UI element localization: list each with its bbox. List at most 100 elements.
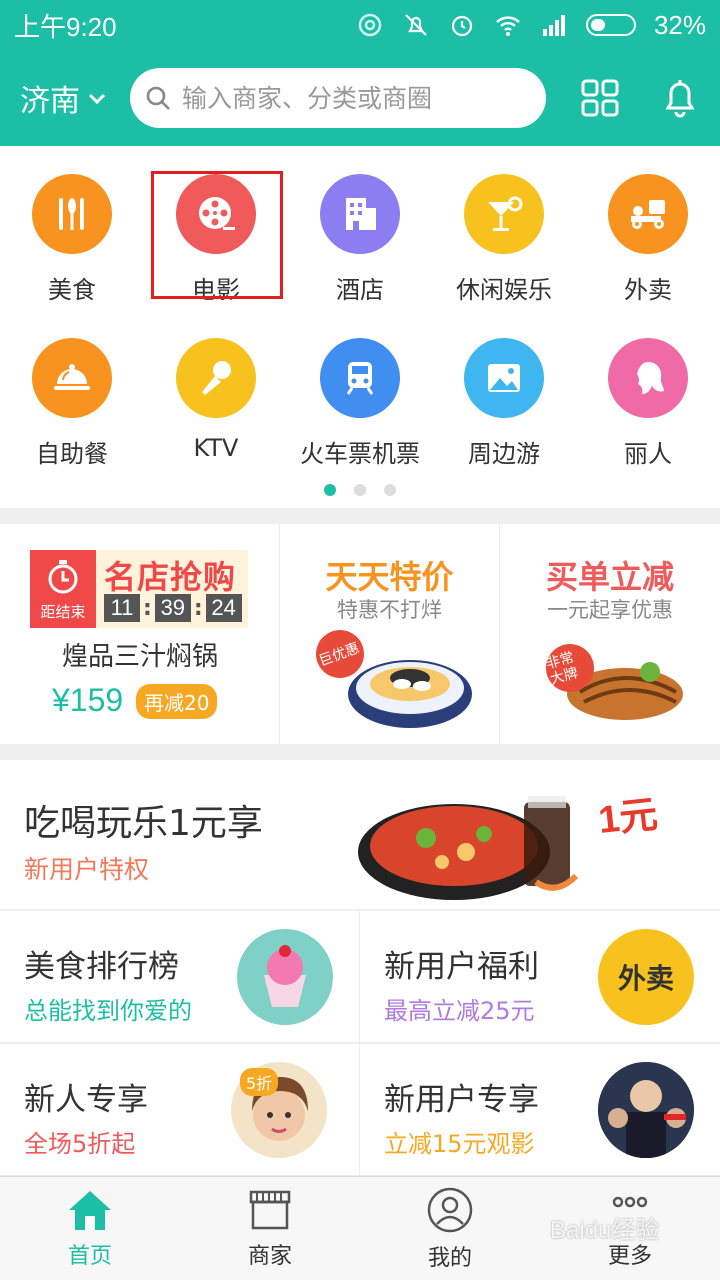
category-takeout[interactable]: 外卖 xyxy=(576,174,720,324)
building-icon xyxy=(320,174,400,254)
daily-special-card[interactable]: 天天特价 特惠不打烊 巨优惠 xyxy=(280,524,500,744)
ice-cream-image xyxy=(237,929,333,1025)
selection-highlight xyxy=(151,171,283,299)
page-dot-active xyxy=(324,484,336,496)
category-label: 酒店 xyxy=(336,276,384,304)
banner-sub: 新用户特权 xyxy=(24,855,150,884)
promo-row: 距结束 名店抢购 11 : 39 : 24 煌品三汁焖锅 ¥159 再减20 天… xyxy=(0,524,720,744)
chevron-down-icon xyxy=(88,93,106,105)
category-beauty[interactable]: 丽人 xyxy=(576,338,720,488)
countdown-tag: 距结束 xyxy=(30,550,96,628)
dessert-bowl-image xyxy=(316,630,472,728)
category-food[interactable]: 美食 xyxy=(0,174,144,324)
baidu-watermark: Baidu经验 xyxy=(550,1217,660,1244)
category-grid: 美食 电影 酒店 休闲娱乐 外卖 自助餐 KTV 火车票机票 周边游 丽人 xyxy=(0,146,720,508)
battery-icon xyxy=(585,14,636,36)
countdown-hours: 11 xyxy=(104,594,140,622)
feature-title: 新人专享 xyxy=(24,1082,148,1118)
category-label: 自助餐 xyxy=(36,440,108,468)
daily-special-title: 天天特价 xyxy=(325,558,454,596)
storefront-icon xyxy=(249,1190,291,1230)
feature-sub: 立减15元观影 xyxy=(384,1130,535,1158)
countdown-timer: 11 : 39 : 24 xyxy=(104,594,242,622)
countdown-tag-label: 距结束 xyxy=(40,603,86,621)
food-ranking-card[interactable]: 美食排行榜 总能找到你爱的 xyxy=(0,911,360,1043)
search-input[interactable] xyxy=(182,83,522,113)
city-selector[interactable]: 济南 xyxy=(20,76,130,120)
category-buffet[interactable]: 自助餐 xyxy=(0,338,144,488)
category-label: 外卖 xyxy=(624,276,672,304)
feature-sub: 全场5折起 xyxy=(24,1130,136,1158)
top-header: 济南 xyxy=(0,50,720,146)
deal-name: 煌品三汁焖锅 xyxy=(61,642,218,672)
takeout-badge-image: 外卖 xyxy=(598,929,694,1025)
search-bar[interactable] xyxy=(130,68,546,128)
tab-label: 我的 xyxy=(427,1246,472,1271)
status-icons: 32% xyxy=(356,10,706,41)
new-user-movie-card[interactable]: 新用户专享 立减15元观影 xyxy=(360,1044,720,1176)
banner-title: 吃喝玩乐1元享 xyxy=(24,803,263,844)
feature-title: 新用户福利 xyxy=(384,949,539,985)
category-nearby-trip[interactable]: 周边游 xyxy=(432,338,576,488)
feature-title: 美食排行榜 xyxy=(24,949,179,985)
category-label: KTV xyxy=(193,434,239,462)
deal-reduce-badge: 再减20 xyxy=(136,684,218,719)
cocktail-icon xyxy=(464,174,544,254)
flash-sale-card[interactable]: 距结束 名店抢购 11 : 39 : 24 煌品三汁焖锅 ¥159 再减20 xyxy=(0,524,280,744)
alarm-icon xyxy=(451,15,473,37)
status-bar: 上午9:20 32% xyxy=(0,0,720,50)
daily-special-sub: 特惠不打烊 xyxy=(337,598,442,622)
newbie-exclusive-card[interactable]: 新人专享 全场5折起 5折 xyxy=(0,1044,360,1176)
category-ktv[interactable]: KTV xyxy=(144,338,288,488)
new-user-benefit-card[interactable]: 新用户福利 最高立减25元 外卖 xyxy=(360,911,720,1043)
category-tickets[interactable]: 火车票机票 xyxy=(288,338,432,488)
delivery-scooter-icon xyxy=(608,174,688,254)
flash-title: 名店抢购 xyxy=(104,558,237,596)
feature-title: 新用户专享 xyxy=(384,1082,539,1118)
page-dot xyxy=(384,484,396,496)
feature-sub: 最高立减25元 xyxy=(384,997,535,1025)
signal-icon xyxy=(542,15,565,36)
qr-scan-icon[interactable] xyxy=(580,78,620,118)
landscape-icon xyxy=(464,338,544,418)
fork-knife-icon xyxy=(32,174,112,254)
deal-price: ¥159 xyxy=(52,682,124,718)
stopwatch-icon xyxy=(48,560,78,594)
countdown-seconds: 24 xyxy=(205,594,242,622)
tab-home[interactable]: 首页 xyxy=(0,1177,180,1280)
cloche-icon xyxy=(32,338,112,418)
category-label: 丽人 xyxy=(624,440,672,468)
category-label: 火车票机票 xyxy=(300,440,420,468)
woman-profile-icon xyxy=(608,338,688,418)
category-hotel[interactable]: 酒店 xyxy=(288,174,432,324)
pay-discount-sub: 一元起享优惠 xyxy=(547,598,673,622)
mute-icon xyxy=(405,14,427,36)
countdown-minutes: 39 xyxy=(154,594,191,622)
bell-icon[interactable] xyxy=(660,76,700,120)
battery-level: 32% xyxy=(653,9,706,40)
wifi-icon xyxy=(496,16,520,36)
one-yuan-banner[interactable]: 吃喝玩乐1元享 新用户特权 1元 xyxy=(0,760,720,910)
train-icon xyxy=(320,338,400,418)
search-icon xyxy=(146,86,170,110)
page-indicator xyxy=(0,484,720,496)
tab-mine[interactable]: 我的 xyxy=(360,1177,540,1280)
category-leisure[interactable]: 休闲娱乐 xyxy=(432,174,576,324)
pay-discount-card[interactable]: 买单立减 一元起享优惠 非常大牌 xyxy=(500,524,720,744)
home-icon xyxy=(69,1191,111,1230)
banner-badge: 1元 xyxy=(596,793,660,842)
page-dot xyxy=(354,484,366,496)
status-time: 上午9:20 xyxy=(14,11,117,42)
category-label: 休闲娱乐 xyxy=(456,276,552,304)
tab-label: 首页 xyxy=(67,1244,112,1269)
category-label: 周边游 xyxy=(468,440,540,468)
microphone-icon xyxy=(176,338,256,418)
feature-sub: 总能找到你爱的 xyxy=(24,997,192,1025)
takeout-badge-text: 外卖 xyxy=(617,962,674,995)
user-profile-icon xyxy=(427,1187,473,1233)
tab-merchants[interactable]: 商家 xyxy=(180,1177,360,1280)
hotspot-icon xyxy=(358,13,382,37)
tab-label: 商家 xyxy=(247,1244,292,1269)
city-label: 济南 xyxy=(20,84,80,119)
discount-5-badge: 5折 xyxy=(240,1068,279,1096)
